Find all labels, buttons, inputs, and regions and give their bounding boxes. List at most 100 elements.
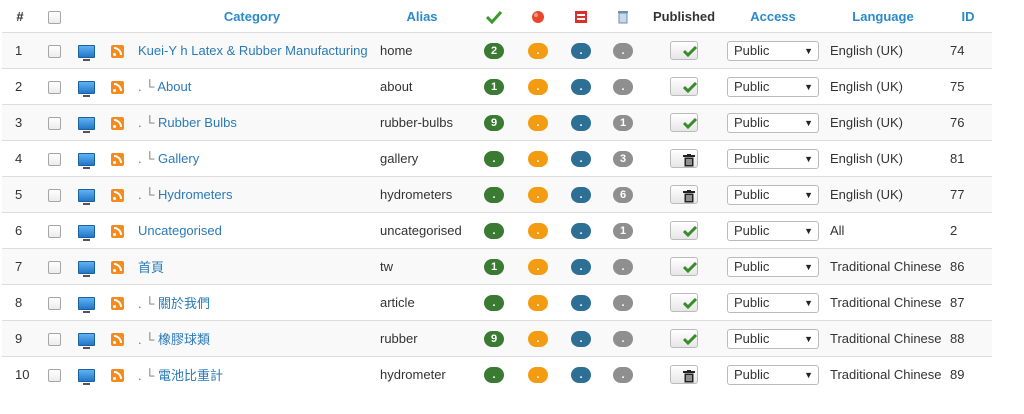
feed-cell[interactable] [102,32,132,69]
archived-count-badge[interactable]: . [571,79,591,95]
monitor-icon[interactable] [77,369,95,386]
published-count-badge[interactable]: . [484,151,504,167]
feed-cell[interactable] [102,320,132,357]
published-count-cell[interactable]: . [472,284,516,321]
rss-icon[interactable] [110,117,124,131]
monitor-icon[interactable] [77,189,95,206]
monitor-icon[interactable] [77,297,95,314]
row-select-cell[interactable] [38,32,70,69]
monitor-icon[interactable] [77,45,95,62]
archived-count-cell[interactable]: . [560,140,602,177]
access-select[interactable]: Public ▼ [727,328,819,349]
row-select-cell[interactable] [38,176,70,213]
published-count-badge[interactable]: . [484,295,504,311]
column-header-access[interactable]: Access [724,0,822,33]
feed-cell[interactable] [102,212,132,249]
published-count-badge[interactable]: . [484,223,504,239]
archived-count-badge[interactable]: . [571,223,591,239]
archived-count-cell[interactable]: . [560,284,602,321]
unpublished-count-cell[interactable]: . [516,284,560,321]
trashed-count-cell[interactable]: . [602,32,644,69]
trashed-count-cell[interactable]: . [602,68,644,105]
published-count-cell[interactable]: . [472,212,516,249]
preview-cell[interactable] [70,320,102,357]
column-header-language[interactable]: Language [822,0,944,33]
column-header-unpublished-count[interactable] [516,0,560,33]
trashed-count-badge[interactable]: . [613,79,633,95]
publish-toggle-button[interactable] [670,365,698,384]
rss-icon[interactable] [110,45,124,59]
unpublished-count-badge[interactable]: . [528,151,548,167]
published-count-badge[interactable]: 2 [484,43,504,59]
unpublished-count-cell[interactable]: . [516,32,560,69]
monitor-icon[interactable] [77,225,95,242]
unpublished-count-cell[interactable]: . [516,68,560,105]
published-count-badge[interactable]: 1 [484,259,504,275]
archived-count-badge[interactable]: . [571,295,591,311]
publish-toggle-button[interactable] [670,77,698,96]
access-select[interactable]: Public ▼ [727,292,819,313]
published-count-cell[interactable]: 2 [472,32,516,69]
publish-toggle-button[interactable] [670,329,698,348]
unpublished-count-badge[interactable]: . [528,223,548,239]
row-select-cell[interactable] [38,68,70,105]
access-select[interactable]: Public ▼ [727,40,819,61]
unpublished-count-cell[interactable]: . [516,320,560,357]
trashed-count-badge[interactable]: 3 [613,151,633,167]
column-header-id[interactable]: ID [944,0,992,33]
trashed-count-badge[interactable]: . [613,367,633,383]
published-count-cell[interactable]: 1 [472,68,516,105]
published-state-cell[interactable] [644,284,724,321]
preview-cell[interactable] [70,248,102,285]
row-select-cell[interactable] [38,248,70,285]
category-link[interactable]: 電池比重計 [158,368,223,383]
archived-count-cell[interactable]: . [560,68,602,105]
archived-count-badge[interactable]: . [571,367,591,383]
rss-icon[interactable] [110,225,124,239]
row-checkbox[interactable] [47,369,61,383]
archived-count-badge[interactable]: . [571,151,591,167]
column-header-published[interactable]: Published [644,0,724,33]
trashed-count-cell[interactable]: . [602,320,644,357]
publish-toggle-button[interactable] [670,185,698,204]
trashed-count-cell[interactable]: . [602,284,644,321]
preview-cell[interactable] [70,140,102,177]
row-checkbox[interactable] [47,117,61,131]
row-checkbox[interactable] [47,153,61,167]
published-count-cell[interactable]: 1 [472,248,516,285]
archived-count-cell[interactable]: . [560,320,602,357]
archived-count-cell[interactable]: . [560,212,602,249]
column-header-trashed-count[interactable] [602,0,644,33]
trashed-count-badge[interactable]: . [613,259,633,275]
monitor-icon[interactable] [77,81,95,98]
access-select[interactable]: Public ▼ [727,184,819,205]
row-select-cell[interactable] [38,320,70,357]
row-checkbox[interactable] [47,261,61,275]
rss-icon[interactable] [110,189,124,203]
row-checkbox[interactable] [47,333,61,347]
monitor-icon[interactable] [77,261,95,278]
row-select-cell[interactable] [38,140,70,177]
unpublished-count-badge[interactable]: . [528,295,548,311]
access-select[interactable]: Public ▼ [727,220,819,241]
archived-count-badge[interactable]: . [571,331,591,347]
category-link[interactable]: 首頁 [138,260,164,275]
trashed-count-badge[interactable]: . [613,43,633,59]
archived-count-badge[interactable]: . [571,43,591,59]
feed-cell[interactable] [102,356,132,392]
column-header-category[interactable]: Category [132,0,372,33]
row-checkbox[interactable] [47,81,61,95]
trashed-count-badge[interactable]: 6 [613,187,633,203]
unpublished-count-cell[interactable]: . [516,212,560,249]
archived-count-cell[interactable]: . [560,248,602,285]
feed-cell[interactable] [102,248,132,285]
publish-toggle-button[interactable] [670,257,698,276]
category-link[interactable]: About [157,79,191,94]
published-count-badge[interactable]: . [484,367,504,383]
trashed-count-cell[interactable]: . [602,248,644,285]
unpublished-count-badge[interactable]: . [528,43,548,59]
preview-cell[interactable] [70,356,102,392]
access-select[interactable]: Public ▼ [727,256,819,277]
unpublished-count-cell[interactable]: . [516,176,560,213]
feed-cell[interactable] [102,176,132,213]
